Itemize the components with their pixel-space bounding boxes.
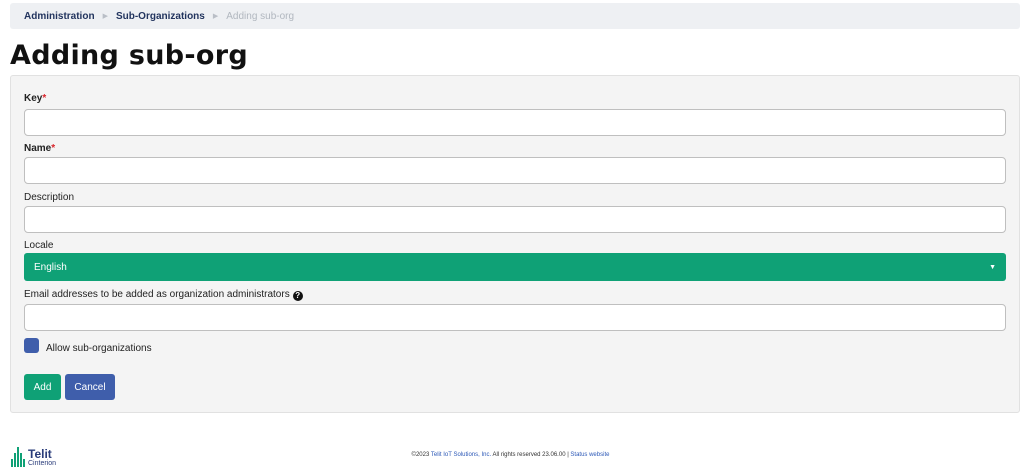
key-input[interactable]	[24, 109, 1006, 136]
cancel-button[interactable]: Cancel	[65, 374, 115, 400]
required-mark: *	[51, 143, 56, 154]
allow-suborgs-checkbox[interactable]	[24, 338, 39, 353]
breadcrumb-separator-icon: ▶	[212, 13, 219, 20]
footer-status-link[interactable]: Status website	[570, 452, 609, 458]
description-label: Description	[24, 192, 75, 203]
page-title: Adding sub-org	[10, 40, 248, 71]
breadcrumb-separator-icon: ▶	[102, 13, 108, 20]
name-label-text: Name	[24, 143, 52, 154]
required-mark: *	[42, 93, 47, 104]
key-label: Key*	[24, 93, 46, 104]
locale-select-value: English	[34, 261, 67, 273]
question-circle-icon[interactable]: ?	[292, 291, 303, 301]
emails-input[interactable]	[24, 304, 1006, 331]
footer-rights: All rights reserved 23.06.00 |	[492, 452, 569, 458]
emails-label-text: Email addresses to be added as organizat…	[24, 289, 290, 300]
form-panel: Key* Name* Description Locale English ▼ …	[10, 75, 1020, 413]
breadcrumb: Administration ▶ Sub-Organizations ▶ Add…	[10, 3, 1020, 29]
breadcrumb-sub-organizations[interactable]: Sub-Organizations	[116, 11, 205, 22]
key-label-text: Key	[24, 93, 43, 104]
logo-sub-text: Cinterion	[28, 460, 57, 467]
footer-copyright: ©2023	[411, 452, 430, 458]
locale-select[interactable]: English ▼	[24, 253, 1006, 281]
description-input[interactable]	[24, 206, 1006, 233]
name-input[interactable]	[24, 157, 1006, 184]
emails-label: Email addresses to be added as organizat…	[24, 289, 303, 301]
add-button[interactable]: Add	[24, 374, 61, 400]
caret-down-icon: ▼	[989, 263, 996, 271]
footer: ©2023 Telit IoT Solutions, Inc. All righ…	[0, 452, 1021, 458]
allow-suborgs-label[interactable]: Allow sub-organizations	[46, 343, 152, 354]
breadcrumb-current: Adding sub-org	[226, 10, 295, 22]
footer-company-link[interactable]: Telit IoT Solutions, Inc.	[431, 452, 491, 458]
name-label: Name*	[24, 143, 55, 154]
breadcrumb-administration[interactable]: Administration	[24, 11, 95, 22]
locale-label: Locale	[24, 240, 54, 251]
